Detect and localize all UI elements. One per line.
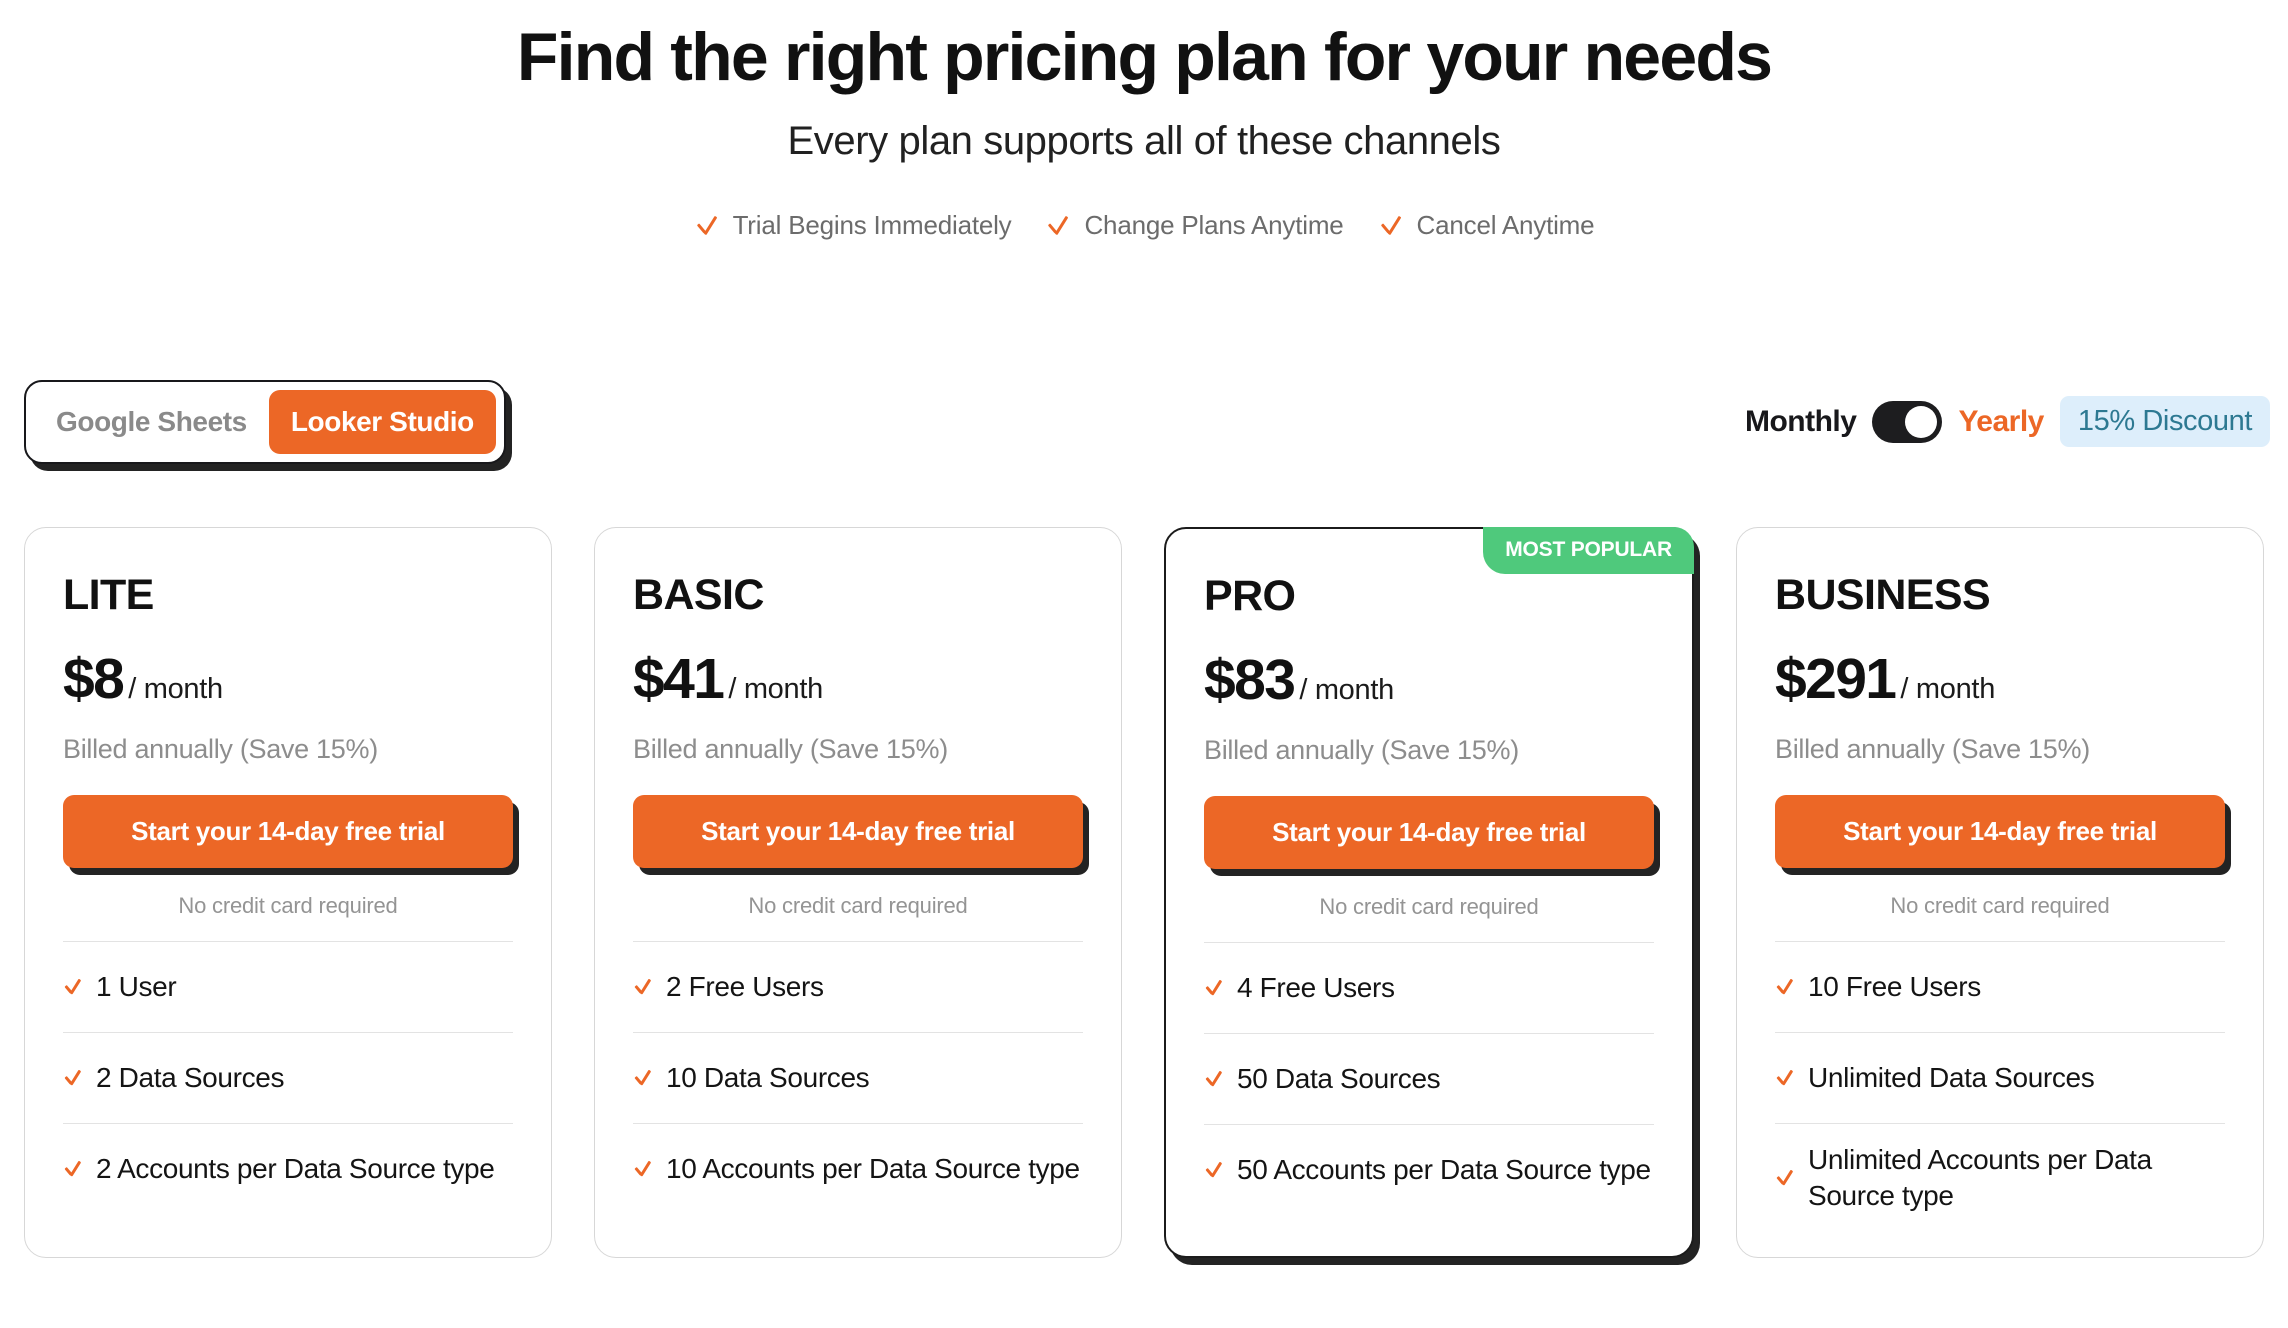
assurance-item: Change Plans Anytime bbox=[1045, 210, 1343, 241]
start-free-trial-button[interactable]: Start your 14-day free trial bbox=[63, 795, 513, 868]
feature-item: 50 Accounts per Data Source type bbox=[1204, 1124, 1654, 1215]
feature-item: 1 User bbox=[63, 941, 513, 1032]
feature-item: 10 Accounts per Data Source type bbox=[633, 1123, 1083, 1214]
start-free-trial-button[interactable]: Start your 14-day free trial bbox=[633, 795, 1083, 868]
discount-badge: 15% Discount bbox=[2059, 396, 2270, 447]
billing-yearly-label[interactable]: Yearly bbox=[1958, 405, 2044, 439]
price-amount: $8 bbox=[63, 647, 125, 711]
no-credit-card-note: No credit card required bbox=[1319, 894, 1539, 919]
feature-label: 2 Data Sources bbox=[96, 1061, 285, 1093]
assurance-item: Trial Begins Immediately bbox=[694, 210, 1012, 241]
check-icon bbox=[1775, 1168, 1796, 1189]
feature-label: Unlimited Accounts per Data Source type bbox=[1808, 1144, 2152, 1212]
feature-item: 2 Data Sources bbox=[63, 1032, 513, 1123]
pricing-card: BUSINESS $291/ month Billed annually (Save… bbox=[1736, 527, 2264, 1258]
feature-label: Unlimited Data Sources bbox=[1808, 1061, 2095, 1093]
billing-toggle-switch[interactable] bbox=[1872, 400, 1943, 443]
platform-option-looker-studio[interactable]: Looker Studio bbox=[268, 390, 496, 454]
platform-segmented-control[interactable]: Google Sheets Looker Studio bbox=[24, 380, 506, 464]
check-icon bbox=[1775, 977, 1796, 998]
billing-period-toggle[interactable]: Monthly Yearly 15% Discount bbox=[1745, 396, 2270, 447]
plan-price: $291/ month bbox=[1775, 651, 2225, 708]
start-free-trial-button[interactable]: Start your 14-day free trial bbox=[1204, 796, 1654, 869]
start-free-trial-button[interactable]: Start your 14-day free trial bbox=[1775, 795, 2225, 868]
pricing-card: BASIC $41/ month Billed annually (Save 15%… bbox=[594, 527, 1122, 1258]
feature-list: 4 Free Users 50 Data Sources 50 Accounts p… bbox=[1204, 942, 1654, 1215]
price-amount: $41 bbox=[633, 647, 725, 711]
feature-item: 2 Free Users bbox=[633, 941, 1083, 1032]
check-icon bbox=[633, 1159, 654, 1180]
billed-note: Billed annually (Save 15%) bbox=[63, 734, 378, 764]
pricing-cards: LITE $8/ month Billed annually (Save 15%) S… bbox=[24, 527, 2264, 1258]
pricing-card: LITE $8/ month Billed annually (Save 15%) S… bbox=[24, 527, 552, 1258]
no-credit-card-note: No credit card required bbox=[1890, 893, 2110, 918]
plan-name: BASIC bbox=[633, 571, 764, 619]
price-period: / month bbox=[1299, 674, 1394, 706]
feature-label: 10 Accounts per Data Source type bbox=[666, 1152, 1080, 1184]
assurance-label: Trial Begins Immediately bbox=[732, 210, 1012, 241]
feature-item: Unlimited Data Sources bbox=[1775, 1032, 2225, 1123]
plan-name: BUSINESS bbox=[1775, 571, 1991, 619]
feature-label: 4 Free Users bbox=[1237, 971, 1395, 1003]
page-subtitle: Every plan supports all of these channel… bbox=[787, 119, 1501, 164]
page-title: Find the right pricing plan for your nee… bbox=[516, 19, 1773, 95]
check-icon bbox=[1045, 213, 1071, 239]
assurance-item: Cancel Anytime bbox=[1378, 210, 1595, 241]
feature-item: 10 Data Sources bbox=[633, 1032, 1083, 1123]
billed-note: Billed annually (Save 15%) bbox=[1204, 735, 1519, 765]
feature-label: 2 Accounts per Data Source type bbox=[96, 1152, 495, 1184]
feature-list: 10 Free Users Unlimited Data Sources Unlim… bbox=[1775, 941, 2225, 1233]
check-icon bbox=[1775, 1068, 1796, 1089]
check-icon bbox=[1204, 1160, 1225, 1181]
check-icon bbox=[633, 1068, 654, 1089]
feature-item: 2 Accounts per Data Source type bbox=[63, 1123, 513, 1214]
billed-note: Billed annually (Save 15%) bbox=[1775, 734, 2090, 764]
assurance-label: Cancel Anytime bbox=[1416, 210, 1595, 241]
plan-price: $41/ month bbox=[633, 651, 1083, 708]
price-period: / month bbox=[728, 673, 823, 705]
check-icon bbox=[63, 1159, 84, 1180]
check-icon bbox=[694, 213, 720, 239]
plan-name: LITE bbox=[63, 571, 154, 619]
controls-row: Google Sheets Looker Studio Monthly Yearl… bbox=[0, 372, 2288, 482]
check-icon bbox=[1378, 213, 1404, 239]
feature-item: 4 Free Users bbox=[1204, 942, 1654, 1033]
assurance-label: Change Plans Anytime bbox=[1084, 210, 1344, 241]
assurance-row: Trial Begins Immediately Change Plans Any… bbox=[0, 210, 2288, 241]
check-icon bbox=[1204, 1069, 1225, 1090]
check-icon bbox=[63, 977, 84, 998]
feature-list: 1 User 2 Data Sources 2 Accounts per Data … bbox=[63, 941, 513, 1214]
feature-item: Unlimited Accounts per Data Source type bbox=[1775, 1123, 2225, 1233]
feature-item: 10 Free Users bbox=[1775, 941, 2225, 1032]
most-popular-badge: MOST POPULAR bbox=[1483, 527, 1694, 574]
plan-price: $83/ month bbox=[1204, 652, 1654, 709]
price-period: / month bbox=[128, 673, 223, 705]
price-period: / month bbox=[1900, 673, 1996, 705]
toggle-knob bbox=[1905, 405, 1938, 438]
check-icon bbox=[633, 977, 654, 998]
check-icon bbox=[63, 1068, 84, 1089]
feature-label: 50 Data Sources bbox=[1237, 1062, 1441, 1094]
feature-label: 10 Data Sources bbox=[666, 1061, 870, 1093]
billing-monthly-label[interactable]: Monthly bbox=[1745, 405, 1857, 439]
feature-label: 10 Free Users bbox=[1808, 970, 1981, 1002]
feature-list: 2 Free Users 10 Data Sources 10 Accounts p… bbox=[633, 941, 1083, 1214]
price-amount: $291 bbox=[1775, 647, 1897, 711]
feature-label: 50 Accounts per Data Source type bbox=[1237, 1153, 1651, 1185]
feature-label: 2 Free Users bbox=[666, 970, 824, 1002]
feature-label: 1 User bbox=[96, 970, 177, 1002]
billed-note: Billed annually (Save 15%) bbox=[633, 734, 948, 764]
pricing-card: MOST POPULAR PRO $83/ month Billed annually… bbox=[1164, 527, 1694, 1258]
no-credit-card-note: No credit card required bbox=[748, 893, 968, 918]
feature-item: 50 Data Sources bbox=[1204, 1033, 1654, 1124]
plan-price: $8/ month bbox=[63, 651, 513, 708]
plan-name: PRO bbox=[1204, 572, 1296, 620]
price-amount: $83 bbox=[1204, 648, 1296, 712]
no-credit-card-note: No credit card required bbox=[178, 893, 398, 918]
check-icon bbox=[1204, 978, 1225, 999]
platform-option-google-sheets[interactable]: Google Sheets bbox=[34, 390, 269, 454]
